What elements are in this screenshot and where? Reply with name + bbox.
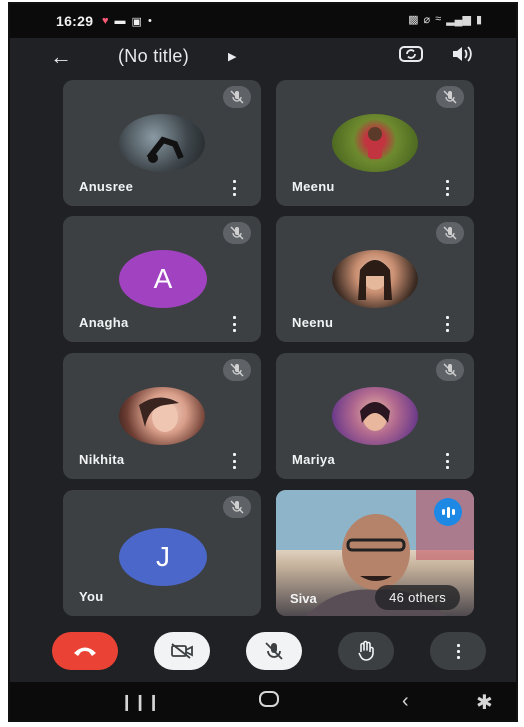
- mute-status-icon: ⌀: [423, 14, 431, 26]
- system-nav-bar: ❙❙❙ ‹ ✱: [10, 682, 516, 720]
- mic-off-icon: [223, 359, 251, 381]
- avatar: J: [119, 528, 207, 586]
- participant-tile[interactable]: Anusree: [63, 80, 261, 206]
- raise-hand-button[interactable]: [338, 632, 394, 670]
- more-vert-icon[interactable]: [231, 180, 237, 196]
- participant-name: Mariya: [292, 452, 335, 467]
- participant-name: Nikhita: [79, 452, 125, 467]
- avatar: A: [119, 250, 207, 308]
- mic-off-icon: [265, 642, 283, 660]
- recent-apps-icon[interactable]: ❙❙❙: [120, 692, 160, 712]
- avatar: [119, 387, 205, 445]
- participant-tile[interactable]: Nikhita: [63, 353, 261, 479]
- mic-off-icon: [436, 86, 464, 108]
- more-vert-icon[interactable]: [231, 316, 237, 332]
- others-count-chip[interactable]: 46 others: [375, 585, 460, 610]
- call-controls: [10, 626, 516, 686]
- mic-toggle-button[interactable]: [246, 632, 302, 670]
- avatar: [332, 114, 418, 172]
- mic-off-icon: [436, 359, 464, 381]
- avatar: [332, 250, 418, 308]
- participant-tile[interactable]: Mariya: [276, 353, 474, 479]
- switch-camera-icon[interactable]: [398, 44, 424, 64]
- wifi-icon: ≈: [435, 13, 442, 25]
- end-call-button[interactable]: [52, 632, 118, 670]
- top-bar: ← (No title) ▶: [10, 38, 516, 76]
- participant-tile[interactable]: Neenu: [276, 216, 474, 342]
- avatar-letter: A: [153, 263, 173, 294]
- alarm-icon: ▩: [408, 14, 419, 26]
- mic-off-icon: [436, 222, 464, 244]
- camera-off-icon: [171, 643, 193, 659]
- more-options-button[interactable]: [430, 632, 486, 670]
- battery-icon: ▮: [475, 14, 482, 26]
- avatar: [119, 114, 205, 172]
- speaking-indicator-icon: [434, 498, 462, 526]
- mic-off-icon: [223, 86, 251, 108]
- caret-right-icon[interactable]: ▶: [228, 50, 236, 63]
- participant-name: You: [79, 589, 104, 604]
- mic-off-icon: [223, 222, 251, 244]
- participant-name: Neenu: [292, 315, 334, 330]
- participant-name: Siva: [290, 591, 317, 606]
- end-call-icon: [74, 647, 96, 656]
- gallery-icon: ▣: [131, 16, 142, 28]
- arrow-left-icon[interactable]: ←: [50, 44, 72, 70]
- camera-toggle-button[interactable]: [154, 632, 210, 670]
- more-vert-icon[interactable]: [444, 316, 450, 332]
- status-time: 16:29: [56, 13, 94, 29]
- raise-hand-icon: [358, 640, 374, 661]
- more-vert-icon[interactable]: [444, 453, 450, 469]
- participant-name: Anusree: [79, 179, 134, 194]
- back-nav-icon[interactable]: ‹: [402, 690, 409, 713]
- participant-tile[interactable]: Meenu: [276, 80, 474, 206]
- participant-tile[interactable]: A Anagha: [63, 216, 261, 342]
- heart-icon: ♥: [102, 15, 109, 27]
- meeting-title[interactable]: (No title): [118, 46, 189, 67]
- participant-name: Anagha: [79, 315, 129, 330]
- more-vert-icon[interactable]: [444, 180, 450, 196]
- active-speaker-tile[interactable]: Siva 46 others: [276, 490, 474, 616]
- avatar-letter: J: [156, 541, 170, 572]
- more-vert-icon[interactable]: [231, 453, 237, 469]
- self-tile[interactable]: J You: [63, 490, 261, 616]
- meet-app-window: 16:29 ♥ ▬ ▣ • ▩ ⌀ ≈ ▂▄▆ ▮ ← (No title) ▶: [8, 2, 518, 722]
- left-margin: [0, 0, 8, 727]
- accessibility-icon[interactable]: ✱: [476, 690, 493, 715]
- participant-name: Meenu: [292, 179, 335, 194]
- dot-icon: •: [147, 15, 152, 27]
- avatar: [332, 387, 418, 445]
- message-icon: ▬: [114, 15, 126, 27]
- signal-icon: ▂▄▆: [446, 14, 471, 26]
- system-icons: ▩ ⌀ ≈ ▂▄▆ ▮: [408, 13, 482, 26]
- more-vert-icon: [456, 643, 460, 659]
- mic-off-icon: [223, 496, 251, 518]
- notification-icons: ♥ ▬ ▣ •: [102, 15, 152, 28]
- status-bar: 16:29 ♥ ▬ ▣ • ▩ ⌀ ≈ ▂▄▆ ▮: [10, 4, 516, 38]
- speaker-icon[interactable]: [450, 44, 474, 64]
- home-icon[interactable]: [258, 690, 280, 714]
